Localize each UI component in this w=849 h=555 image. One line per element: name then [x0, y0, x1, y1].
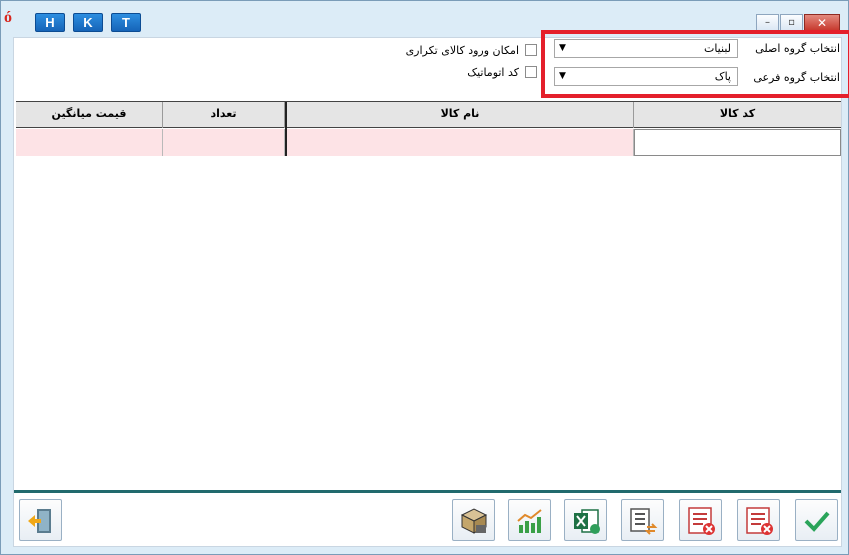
- column-divider: [285, 102, 287, 156]
- delete-list-icon: [688, 507, 715, 535]
- column-header-average-price[interactable]: قیمت میانگین: [16, 102, 163, 128]
- h-button[interactable]: H: [35, 13, 65, 32]
- sub-group-value: پاک: [714, 70, 731, 83]
- chevron-down-icon: ▼: [559, 71, 566, 81]
- k-button[interactable]: K: [73, 13, 103, 32]
- delete-list-button[interactable]: [679, 499, 722, 541]
- excel-export-button[interactable]: [564, 499, 607, 541]
- package-button[interactable]: [452, 499, 495, 541]
- column-header-item-code[interactable]: کد کالا: [634, 102, 841, 128]
- exit-icon: [28, 509, 51, 533]
- restore-icon: ▫: [788, 17, 795, 28]
- grid-header: قیمت میانگین تعداد نام کالا کد کالا: [16, 102, 841, 128]
- allow-duplicate-checkbox[interactable]: [525, 44, 537, 56]
- average-price-cell[interactable]: [16, 129, 163, 156]
- main-group-label: انتخاب گروه اصلی: [755, 42, 840, 55]
- excel-export-icon: [574, 509, 600, 534]
- allow-duplicate-label: امکان ورود کالای تکراری: [405, 43, 519, 57]
- chevron-down-icon: ▼: [559, 43, 566, 53]
- confirm-check-icon: [804, 511, 830, 532]
- package-icon: [460, 508, 488, 534]
- list-transfer-icon: [630, 508, 658, 535]
- auto-code-option[interactable]: کد اتوماتیک: [467, 65, 537, 79]
- quantity-cell[interactable]: [163, 129, 285, 156]
- auto-code-label: کد اتوماتیک: [467, 65, 519, 79]
- exit-button[interactable]: [19, 499, 62, 541]
- items-grid: قیمت میانگین تعداد نام کالا کد کالا: [16, 101, 841, 157]
- main-group-select[interactable]: ▼ لبنیات: [554, 39, 738, 58]
- item-code-cell[interactable]: [634, 129, 841, 156]
- main-group-value: لبنیات: [703, 42, 731, 55]
- auto-code-checkbox[interactable]: [525, 66, 537, 78]
- column-header-item-name[interactable]: نام کالا: [287, 102, 634, 128]
- delete-all-button[interactable]: [737, 499, 780, 541]
- title-bar: ó H K T – ▫ ✕: [1, 1, 848, 32]
- app-logo-icon: ó: [4, 9, 12, 26]
- group-filter-panel: انتخاب گروه اصلی ▼ لبنیات انتخاب گروه فر…: [541, 30, 849, 98]
- minimize-icon: –: [765, 17, 770, 28]
- allow-duplicate-option[interactable]: امکان ورود کالای تکراری: [406, 43, 537, 57]
- sub-group-label: انتخاب گروه فرعی: [753, 71, 840, 84]
- sub-group-select[interactable]: ▼ پاک: [554, 67, 738, 86]
- t-button[interactable]: T: [111, 13, 141, 32]
- confirm-button[interactable]: [795, 499, 838, 541]
- delete-list-icon: [746, 507, 773, 535]
- app-window: ó H K T – ▫ ✕ انتخاب گروه اصلی ▼ لبنیات …: [0, 0, 849, 555]
- close-icon: ✕: [816, 16, 828, 30]
- report-chart-button[interactable]: [508, 499, 551, 541]
- table-row[interactable]: [16, 129, 841, 156]
- chart-icon: [517, 509, 542, 533]
- column-header-quantity[interactable]: تعداد: [163, 102, 285, 128]
- toolbar-divider: [14, 490, 841, 493]
- list-transfer-button[interactable]: [621, 499, 664, 541]
- form-body: انتخاب گروه اصلی ▼ لبنیات انتخاب گروه فر…: [13, 30, 849, 547]
- item-name-cell[interactable]: [287, 129, 634, 156]
